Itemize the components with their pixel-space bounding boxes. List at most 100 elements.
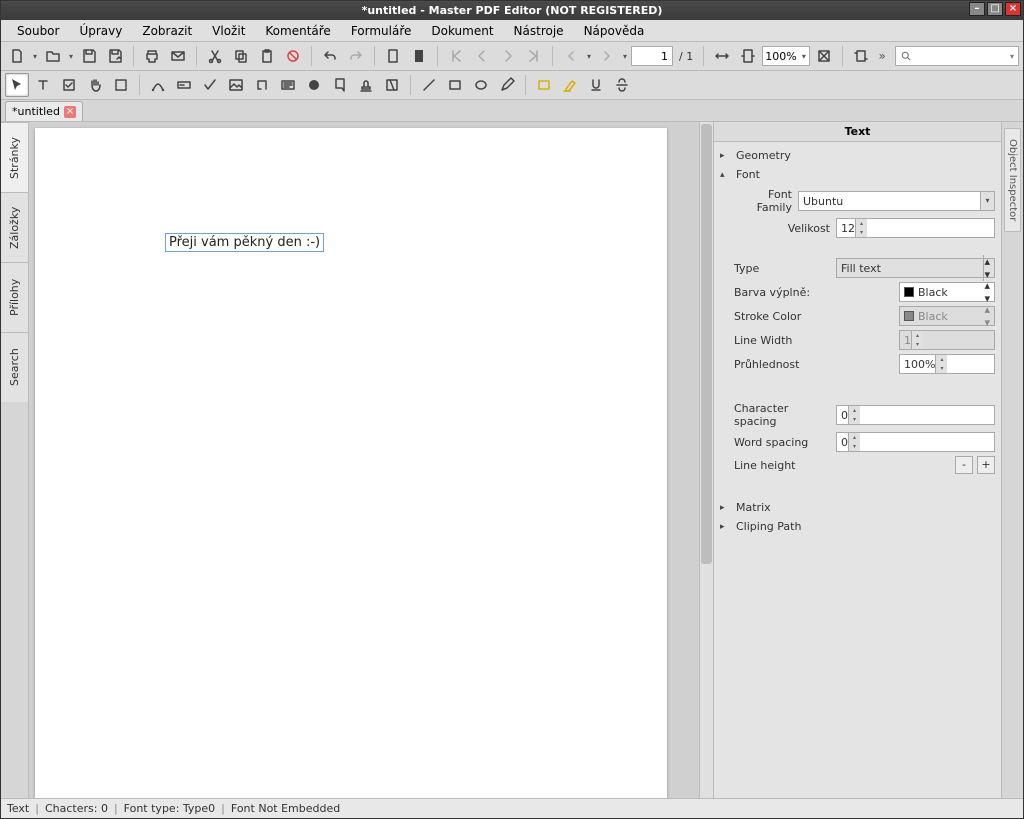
- menu-insert[interactable]: Vložit: [202, 22, 255, 40]
- checkmark-icon[interactable]: [198, 73, 222, 97]
- statusbar: Text | Chacters: 0 | Font type: Type0 | …: [1, 798, 1023, 818]
- toolbar-overflow[interactable]: »: [875, 49, 889, 63]
- sidebar-tab-attachments[interactable]: Přílohy: [1, 262, 28, 332]
- cut-icon[interactable]: [203, 44, 227, 68]
- zoom-combo[interactable]: 100%▾: [762, 46, 810, 66]
- increase-button[interactable]: +: [977, 456, 995, 474]
- menu-forms[interactable]: Formuláře: [341, 22, 422, 40]
- search-dropdown-icon[interactable]: ▾: [1010, 52, 1014, 61]
- close-button[interactable]: ×: [1005, 2, 1021, 16]
- next-page-icon[interactable]: [496, 44, 520, 68]
- new-file-icon[interactable]: [5, 44, 29, 68]
- save-icon[interactable]: [77, 44, 101, 68]
- menu-help[interactable]: Nápověda: [574, 22, 655, 40]
- record-icon[interactable]: [302, 73, 326, 97]
- font-family-combo[interactable]: Ubuntu ▾: [798, 191, 995, 211]
- nav-back-icon[interactable]: [559, 44, 583, 68]
- scrollbar-thumb[interactable]: [701, 124, 712, 564]
- section-font[interactable]: ▴ Font: [720, 165, 995, 184]
- line-tool-icon[interactable]: [417, 73, 441, 97]
- separator: [525, 75, 526, 95]
- font-size-input[interactable]: 12 ▴▾: [836, 218, 995, 238]
- crop-icon[interactable]: [849, 44, 873, 68]
- line-width-input: 1 ▴▾: [899, 330, 995, 350]
- nav-forward-icon[interactable]: [595, 44, 619, 68]
- image-tool-icon[interactable]: [224, 73, 248, 97]
- canvas-viewport[interactable]: Přeji vám pěkný den :-): [29, 122, 699, 798]
- separator: [703, 46, 704, 66]
- selected-text-box[interactable]: Přeji vám pěkný den :-): [165, 233, 324, 252]
- highlight-area-icon[interactable]: [532, 73, 556, 97]
- rectangle-tool-icon[interactable]: [443, 73, 467, 97]
- undo-icon[interactable]: [318, 44, 342, 68]
- minimize-button[interactable]: –: [969, 2, 985, 16]
- stamp-icon[interactable]: [354, 73, 378, 97]
- menu-file[interactable]: Soubor: [7, 22, 69, 40]
- pdf-page[interactable]: Přeji vám pěkný den :-): [35, 128, 667, 798]
- char-spacing-input[interactable]: 0 ▴▾: [836, 405, 995, 425]
- menu-document[interactable]: Dokument: [421, 22, 503, 40]
- prev-page-icon[interactable]: [470, 44, 494, 68]
- menu-view[interactable]: Zobrazit: [132, 22, 202, 40]
- word-spacing-input[interactable]: 0 ▴▾: [836, 432, 995, 452]
- highlight-text-icon[interactable]: [558, 73, 582, 97]
- actual-size-icon[interactable]: [812, 44, 836, 68]
- ellipse-tool-icon[interactable]: [469, 73, 493, 97]
- insert-text-icon[interactable]: [172, 73, 196, 97]
- selection-rect-icon[interactable]: [109, 73, 133, 97]
- search-input[interactable]: ▾: [895, 46, 1019, 66]
- save-as-icon[interactable]: [103, 44, 127, 68]
- copy-icon[interactable]: [229, 44, 253, 68]
- new-file-dropdown[interactable]: ▾: [31, 52, 39, 61]
- strikethrough-icon[interactable]: [610, 73, 634, 97]
- page-filled-icon[interactable]: [407, 44, 431, 68]
- tab-close-icon[interactable]: ×: [64, 106, 76, 118]
- page-number-input[interactable]: [631, 46, 673, 66]
- maximize-button[interactable]: □: [987, 2, 1003, 16]
- print-icon[interactable]: [140, 44, 164, 68]
- text-tool-icon[interactable]: [31, 73, 55, 97]
- menu-edit[interactable]: Úpravy: [69, 22, 132, 40]
- attachment-icon[interactable]: [380, 73, 404, 97]
- email-icon[interactable]: [166, 44, 190, 68]
- sidebar-tab-bookmarks[interactable]: Záložky: [1, 192, 28, 262]
- last-page-icon[interactable]: [522, 44, 546, 68]
- fit-page-icon[interactable]: [736, 44, 760, 68]
- edit-forms-icon[interactable]: [57, 73, 81, 97]
- form-field-icon[interactable]: [276, 73, 300, 97]
- open-file-dropdown[interactable]: ▾: [67, 52, 75, 61]
- type-combo[interactable]: Fill text ▴▾: [836, 258, 995, 278]
- panel-body: ▸ Geometry ▴ Font Font Family Ubuntu ▾: [714, 142, 1001, 798]
- note-icon[interactable]: [328, 73, 352, 97]
- opacity-input[interactable]: 100% ▴▾: [899, 354, 995, 374]
- edit-vector-icon[interactable]: [146, 73, 170, 97]
- nav-forward-dropdown[interactable]: ▾: [621, 52, 629, 61]
- vertical-scrollbar[interactable]: [699, 122, 713, 798]
- underline-icon[interactable]: [584, 73, 608, 97]
- first-page-icon[interactable]: [444, 44, 468, 68]
- sidebar-tab-search[interactable]: Search: [1, 332, 28, 402]
- object-inspector-tab[interactable]: Object Inspector: [1004, 128, 1021, 232]
- fill-color-combo[interactable]: Black ▴▾: [899, 282, 995, 302]
- sidebar-tab-pages[interactable]: Stránky: [1, 122, 28, 192]
- paste-icon[interactable]: [255, 44, 279, 68]
- menu-tools[interactable]: Nástroje: [504, 22, 574, 40]
- app-window: *untitled - Master PDF Editor (NOT REGIS…: [0, 0, 1024, 819]
- redo-icon[interactable]: [344, 44, 368, 68]
- pencil-tool-icon[interactable]: [495, 73, 519, 97]
- page-outline-icon[interactable]: [381, 44, 405, 68]
- opacity-label: Průhlednost: [734, 358, 830, 371]
- hand-tool-icon[interactable]: [83, 73, 107, 97]
- select-tool-icon[interactable]: [5, 73, 29, 97]
- section-clipping[interactable]: ▸ Cliping Path: [720, 517, 995, 536]
- nav-back-dropdown[interactable]: ▾: [585, 52, 593, 61]
- fit-width-icon[interactable]: [710, 44, 734, 68]
- document-tab[interactable]: *untitled ×: [5, 101, 83, 121]
- link-tool-icon[interactable]: [250, 73, 274, 97]
- section-geometry[interactable]: ▸ Geometry: [720, 146, 995, 165]
- prohibit-icon[interactable]: [281, 44, 305, 68]
- section-matrix[interactable]: ▸ Matrix: [720, 498, 995, 517]
- decrease-button[interactable]: -: [955, 456, 973, 474]
- open-file-icon[interactable]: [41, 44, 65, 68]
- menu-comments[interactable]: Komentáře: [255, 22, 340, 40]
